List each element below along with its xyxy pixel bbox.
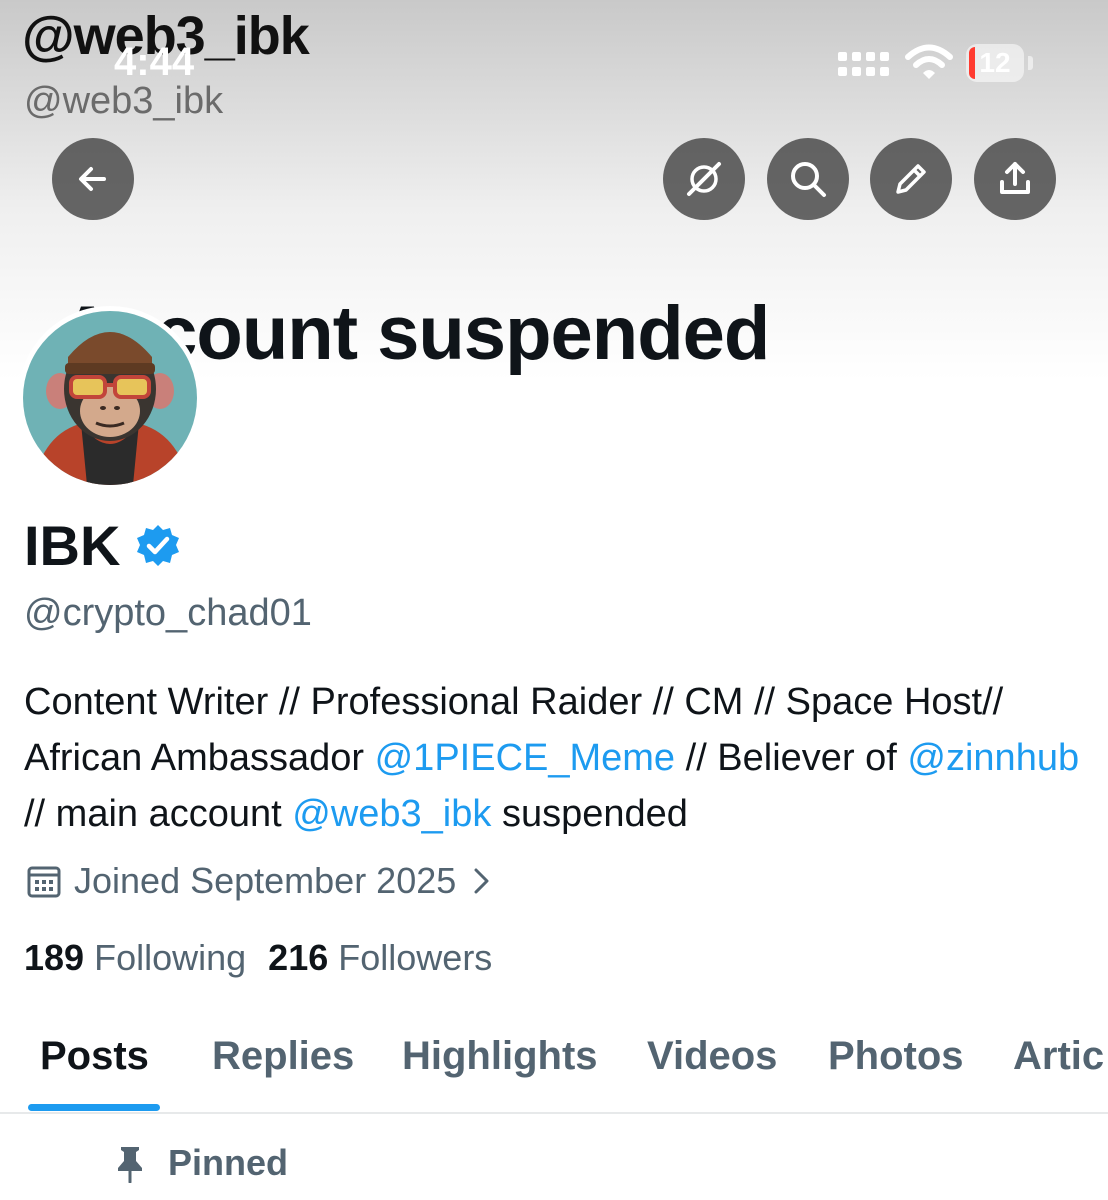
bio-mention-link[interactable]: @zinnhub	[907, 737, 1079, 779]
following-label: Following	[94, 937, 247, 978]
tab-photos[interactable]: Photos	[828, 1032, 964, 1080]
tab-replies[interactable]: Replies	[212, 1032, 354, 1080]
display-name-text: IBK	[24, 514, 121, 577]
battery-percentage: 12	[979, 47, 1011, 78]
bio-mention-link[interactable]: @1PIECE_Meme	[375, 737, 675, 779]
edit-button[interactable]	[870, 138, 952, 220]
following-link[interactable]: 189 Following	[24, 937, 246, 978]
avatar[interactable]	[18, 306, 202, 490]
pinned-text: Pinned	[168, 1142, 289, 1183]
ape-avatar-illustration	[23, 311, 197, 485]
joined-date-text: Joined September 2025	[74, 860, 457, 901]
pinned-label: Pinned	[112, 1140, 288, 1186]
grok-icon	[687, 162, 721, 196]
share-icon	[1000, 162, 1030, 194]
profile-tabs: Posts Replies Highlights Videos Photos A…	[0, 1018, 1108, 1114]
arrow-left-icon	[79, 167, 106, 191]
chevron-right-icon	[474, 868, 489, 894]
tab-videos[interactable]: Videos	[647, 1032, 777, 1080]
grok-button[interactable]	[663, 138, 745, 220]
following-count: 189	[24, 937, 85, 978]
bio-text: // Believer of	[675, 737, 908, 779]
battery-icon: 12	[966, 44, 1024, 82]
profile-display-name: IBK	[24, 514, 182, 578]
status-time: 4:44	[114, 40, 195, 84]
search-icon	[791, 162, 826, 197]
tab-highlights[interactable]: Highlights	[402, 1032, 598, 1080]
bio-text: // main account	[24, 793, 293, 835]
tab-posts[interactable]: Posts	[40, 1032, 149, 1080]
verified-badge-icon[interactable]	[134, 522, 182, 570]
profile-bio: Content Writer // Professional Raider //…	[24, 674, 1084, 842]
share-button[interactable]	[974, 138, 1056, 220]
cellular-signal-icon	[838, 48, 894, 80]
followers-label: Followers	[338, 937, 493, 978]
calendar-icon	[27, 866, 61, 898]
active-tab-indicator	[28, 1104, 160, 1111]
followers-link[interactable]: 216 Followers	[268, 937, 492, 978]
bio-mention-link[interactable]: @web3_ibk	[292, 793, 491, 835]
wifi-icon	[905, 44, 953, 79]
follow-stats: 189 Following 216 Followers	[24, 935, 514, 981]
tab-articles[interactable]: Artic	[1013, 1032, 1104, 1080]
followers-count: 216	[268, 937, 329, 978]
edit-pencil-icon	[896, 164, 926, 194]
profile-username: @crypto_chad01	[24, 592, 312, 634]
back-button[interactable]	[52, 138, 134, 220]
pin-icon	[118, 1147, 142, 1183]
search-button[interactable]	[767, 138, 849, 220]
joined-date-row[interactable]: Joined September 2025	[24, 858, 496, 904]
bio-text: suspended	[491, 793, 688, 835]
battery-cap	[1028, 56, 1033, 70]
